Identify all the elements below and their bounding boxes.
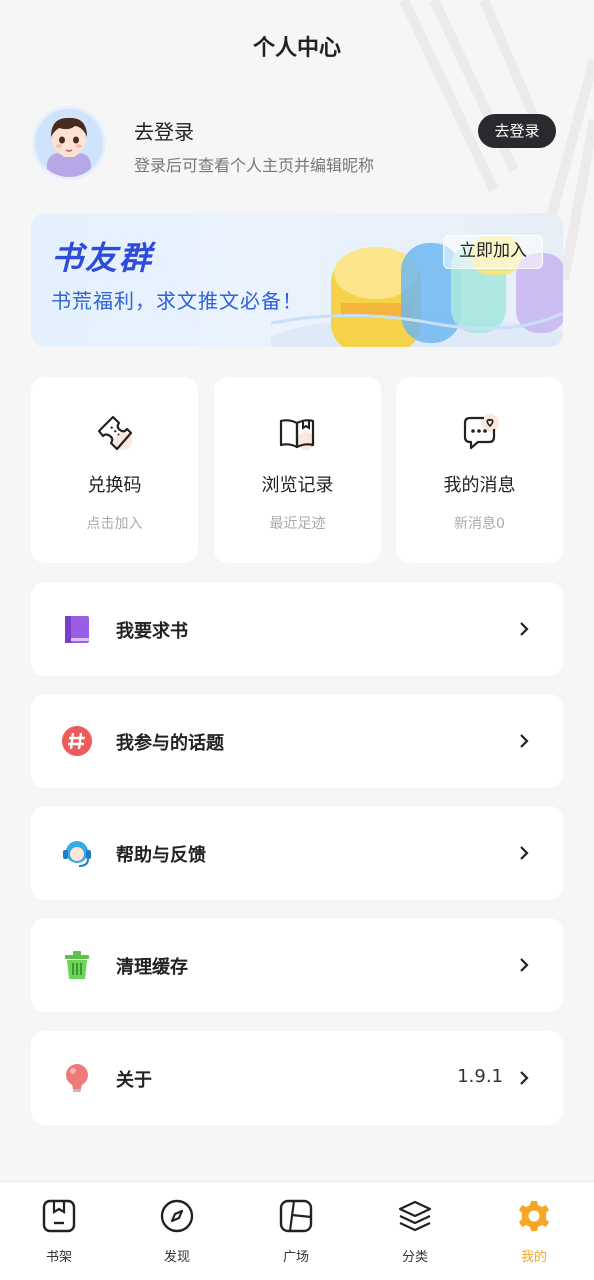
card-title: 浏览记录 [261, 475, 334, 496]
banner-subtitle: 书荒福利，求文推文必备！ [51, 289, 303, 313]
book-open-icon [276, 411, 320, 455]
menu-label: 清理缓存 [116, 957, 188, 978]
card-browse-history[interactable]: 浏览记录 最近足迹 [214, 377, 381, 563]
menu-item-clear-cache[interactable]: 清理缓存 [31, 918, 563, 1012]
join-now-button[interactable]: 立即加入 [443, 235, 543, 269]
tab-discover[interactable]: 发现 [118, 1182, 236, 1280]
login-button[interactable]: 去登录 [478, 114, 556, 148]
card-redeem-code[interactable]: 兑换码 点击加入 [31, 377, 198, 563]
tab-mine[interactable]: 我的 [475, 1182, 593, 1280]
message-icon [458, 411, 502, 455]
tab-label: 发现 [163, 1250, 190, 1265]
headset-icon [61, 837, 93, 869]
chevron-right-icon [517, 844, 531, 862]
tab-label: 广场 [282, 1250, 309, 1265]
menu-label: 我参与的话题 [116, 733, 224, 754]
version-value: 1.9.1 [457, 1066, 503, 1087]
login-subtitle: 登录后可查看个人主页并编辑昵称 [134, 156, 375, 175]
card-title: 兑换码 [87, 475, 142, 496]
bottom-tab-bar: 书架 发现 广场 分类 我的 [0, 1181, 594, 1280]
trash-icon [61, 949, 93, 981]
login-title[interactable]: 去登录 [134, 116, 194, 145]
card-my-messages[interactable]: 我的消息 新消息0 [396, 377, 563, 563]
menu-label: 帮助与反馈 [116, 845, 206, 866]
ticket-icon [93, 411, 137, 455]
chevron-right-icon [517, 1069, 531, 1087]
compass-icon [160, 1199, 194, 1233]
book-club-banner[interactable]: 书友群 书荒福利，求文推文必备！ 立即加入 [31, 213, 563, 347]
tab-label: 书架 [45, 1250, 72, 1265]
profile-section: 去登录 登录后可查看个人主页并编辑昵称 去登录 [32, 104, 556, 184]
tab-label: 分类 [401, 1250, 428, 1265]
banner-title: 书友群 [51, 239, 154, 277]
menu-label: 关于 [116, 1070, 152, 1091]
lightbulb-icon [61, 1062, 93, 1094]
chevron-right-icon [517, 732, 531, 750]
banner-illustration [271, 235, 563, 347]
menu-item-help-feedback[interactable]: 帮助与反馈 [31, 806, 563, 900]
book-icon [61, 613, 93, 645]
layers-icon [398, 1200, 432, 1232]
page-title: 个人中心 [252, 36, 341, 61]
tab-category[interactable]: 分类 [356, 1182, 474, 1280]
avatar[interactable] [32, 106, 106, 180]
menu-label: 我要求书 [116, 621, 188, 642]
tab-square[interactable]: 广场 [237, 1182, 355, 1280]
menu-item-about[interactable]: 关于 1.9.1 [31, 1031, 563, 1125]
tab-bookshelf[interactable]: 书架 [0, 1182, 118, 1280]
quick-cards: 兑换码 点击加入 浏览记录 最近足迹 我的消息 新消息0 [31, 377, 563, 563]
menu-item-request-book[interactable]: 我要求书 [31, 582, 563, 676]
hashtag-icon [61, 725, 93, 757]
chevron-right-icon [517, 956, 531, 974]
card-title: 我的消息 [443, 475, 516, 496]
card-subtitle: 新消息0 [454, 516, 505, 532]
menu-item-my-topics[interactable]: 我参与的话题 [31, 694, 563, 788]
bookshelf-icon [42, 1199, 76, 1233]
card-subtitle: 最近足迹 [269, 516, 326, 532]
chevron-right-icon [517, 620, 531, 638]
square-icon [279, 1199, 313, 1233]
card-subtitle: 点击加入 [86, 516, 143, 532]
gear-icon [519, 1201, 549, 1231]
tab-label: 我的 [520, 1250, 547, 1265]
